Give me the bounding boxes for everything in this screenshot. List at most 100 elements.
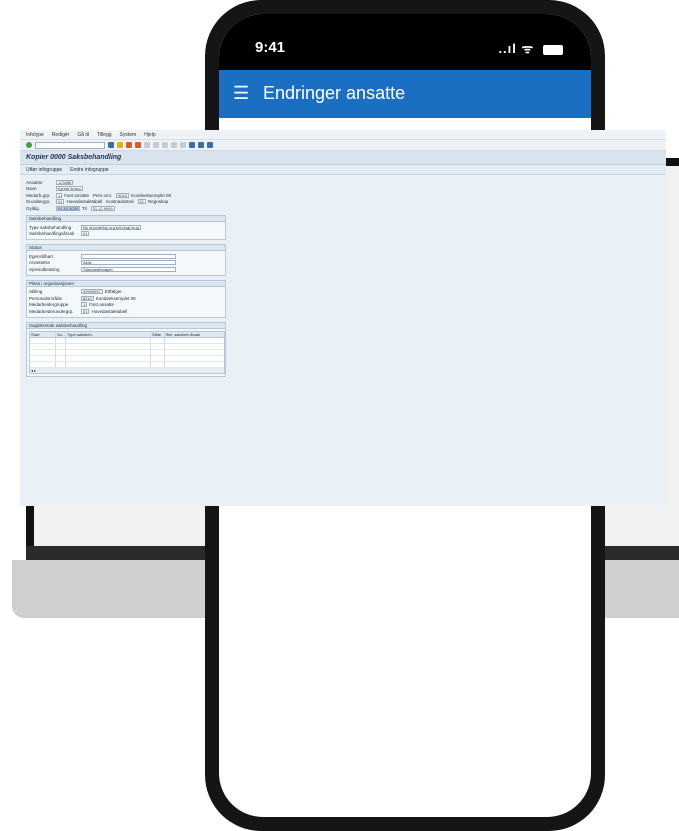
signal-wifi-icon: ..ıl ᯤ <box>498 39 563 57</box>
medarbgrp-label: Medarb.grp. <box>26 192 51 198</box>
plass-field[interactable]: 1 <box>81 302 88 307</box>
ansattnr-field[interactable]: 123456 <box>56 179 74 185</box>
col-slate: Slåte <box>151 331 165 337</box>
back-icon[interactable] <box>117 142 123 148</box>
sap-content: Ansattnr 123456 Navn Kjersti Ileaco Meda… <box>20 175 666 381</box>
medarbgrp-row: Medarb.grp. 1 Fast ansatte Pers.omr. 801… <box>26 192 660 198</box>
plass-row: Medarbeiderundergrp. 01 Hovedavtaletabel… <box>29 308 223 314</box>
hamburger-menu-icon[interactable]: ☰ <box>233 83 249 104</box>
gyldig-til-label: Til <box>82 205 87 211</box>
plass-field[interactable]: 01 <box>81 308 90 314</box>
plass-text: Ettfølger <box>104 289 122 294</box>
application-toolbar: Utfør infogruppe Endre infogruppe <box>20 165 666 175</box>
status-label: Spesialbetaling <box>29 266 60 272</box>
plass-label: Stilling <box>29 289 43 294</box>
change-infogroup-button[interactable]: Endre infogruppe <box>70 167 108 173</box>
navn-label: Navn <box>26 186 37 191</box>
status-label: Egenstilhørt <box>29 253 54 259</box>
print-icon[interactable] <box>144 142 150 148</box>
persomr-text: Kundeeksemplet 08 <box>131 192 171 198</box>
enter-icon[interactable] <box>26 142 32 148</box>
ansattnr-row: Ansattnr 123456 <box>26 179 660 185</box>
signal-icon: ..ıl ᯤ <box>498 41 535 56</box>
plass-row: Stilling 99999997 Ettfølger <box>29 289 223 295</box>
plass-field[interactable]: 99999997 <box>81 289 103 294</box>
status-row: Egenstilhørt <box>29 253 223 259</box>
phone-app-bar: ☰ Endringer ansatte <box>219 70 591 118</box>
exit-icon[interactable] <box>126 142 132 148</box>
col-type: Type saksbeh. <box>66 331 151 337</box>
menu-tillegg[interactable]: Tillegg <box>97 132 112 138</box>
menu-ga-til[interactable]: Gå til <box>77 132 89 138</box>
status-select[interactable]: Standardbeløpet <box>81 266 176 272</box>
cancel-icon[interactable] <box>135 142 141 148</box>
ansattnr-label: Ansattnr <box>26 179 43 185</box>
battery-icon <box>543 44 563 55</box>
find-icon[interactable] <box>153 142 159 148</box>
type-select[interactable]: Ny st.kode/Ny org.enh/Ingl.lnug <box>81 224 141 230</box>
kostnadssted-field: 01 <box>137 199 146 204</box>
saksbehandling-group: Saksbehandling Type saksbehandling Ny st… <box>26 215 226 240</box>
table-horizontal-scrollbar[interactable]: ◂ ▸ <box>30 367 224 373</box>
plass-group: Plass i organisasjonen Stilling 99999997… <box>26 279 226 318</box>
plass-field[interactable]: 8010 <box>81 295 94 301</box>
execute-infogroup-button[interactable]: Utfør infogruppe <box>26 167 62 173</box>
status-group: Status Egenstilhørt Ansettelse Aktiv Spe… <box>26 244 226 276</box>
command-field[interactable] <box>35 141 105 149</box>
grunn-row: Saksbehandlingsårsak 01 <box>29 231 223 237</box>
status-label: Ansettelse <box>29 260 51 265</box>
supplerende-group: Supplerende saksbehandling Start Su... T… <box>26 321 226 377</box>
phone-status-bar: 9:41 ..ıl ᯤ <box>219 14 591 70</box>
save-icon[interactable] <box>108 142 114 148</box>
plass-text: Hovedavtaletabell <box>91 308 128 314</box>
persomr-field: 8010 <box>116 192 130 198</box>
navn-row: Navn Kjersti Ileaco <box>26 186 660 192</box>
menu-system[interactable]: System <box>120 132 137 138</box>
medarbundergrp-label: M.undergrp. <box>26 199 51 204</box>
persomr-label: Pers.omr. <box>93 192 113 198</box>
menu-rediger[interactable]: Redigér <box>52 132 70 138</box>
gyldig-label: Gyldig <box>26 205 39 211</box>
col-start: Start <box>30 331 56 337</box>
type-row: Type saksbehandling Ny st.kode/Ny org.en… <box>29 224 223 230</box>
sap-toolbar <box>20 140 666 151</box>
gyldig-to-field[interactable]: 31.12.9999 <box>90 205 115 211</box>
status-select[interactable]: Aktiv <box>81 260 176 265</box>
menu-infotype[interactable]: Infotype <box>26 132 44 138</box>
help-icon[interactable] <box>207 142 213 148</box>
plass-text: Kundeeksemplet 08 <box>95 295 136 301</box>
medarbgrp-field: 1 <box>56 192 63 198</box>
plass-row: Personalområde 8010 Kundeeksemplet 08 <box>29 295 223 301</box>
menu-hjelp[interactable]: Hjelp <box>144 132 155 138</box>
kostnadssted-text: Regnskap <box>147 199 169 204</box>
next-page-icon[interactable] <box>180 142 186 148</box>
sap-menubar: Infotype Redigér Gå til Tillegg System H… <box>20 130 666 140</box>
type-label: Type saksbehandling <box>29 224 72 230</box>
plass-row: Medarbeidergruppe 1 Fast ansatte <box>29 302 223 308</box>
gyldig-row: Gyldig 01.10.2020 Til 31.12.9999 <box>26 205 660 211</box>
status-row: Ansettelse Aktiv <box>29 260 223 266</box>
shortcut-icon[interactable] <box>198 142 204 148</box>
col-arsak: Bet. saksbeh.årsak <box>166 331 201 337</box>
first-page-icon[interactable] <box>162 142 168 148</box>
app-title: Endringer ansatte <box>263 83 406 103</box>
grunn-field[interactable]: 01 <box>81 231 90 236</box>
plass-label: Medarbeidergruppe <box>29 302 69 307</box>
medarbundergrp-text: Hovedavtaletabell <box>66 199 103 204</box>
prev-page-icon[interactable] <box>171 142 177 148</box>
status-time: 9:41 <box>255 39 286 56</box>
sap-window: Infotype Redigér Gå til Tillegg System H… <box>20 130 666 506</box>
grunn-label: Saksbehandlingsårsak <box>29 231 75 236</box>
plass-label: Medarbeiderundergrp. <box>29 308 74 314</box>
new-session-icon[interactable] <box>189 142 195 148</box>
plass-label: Personalområde <box>29 295 63 301</box>
gyldig-from-field[interactable]: 01.10.2020 <box>56 205 81 211</box>
status-select[interactable] <box>81 253 176 259</box>
status-row: Spesialbetaling Standardbeløpet <box>29 266 223 272</box>
navn-field: Kjersti Ileaco <box>56 186 83 191</box>
plass-text: Fast ansatte <box>89 302 114 307</box>
medarbundergrp-row: M.undergrp. 01 Hovedavtaletabell Kostnad… <box>26 199 660 205</box>
col-su: Su... <box>57 331 66 337</box>
medarbundergrp-field: 01 <box>56 199 65 204</box>
supplerende-table: Start Su... Type saksbeh. Slåte Bet. sak… <box>29 330 225 374</box>
